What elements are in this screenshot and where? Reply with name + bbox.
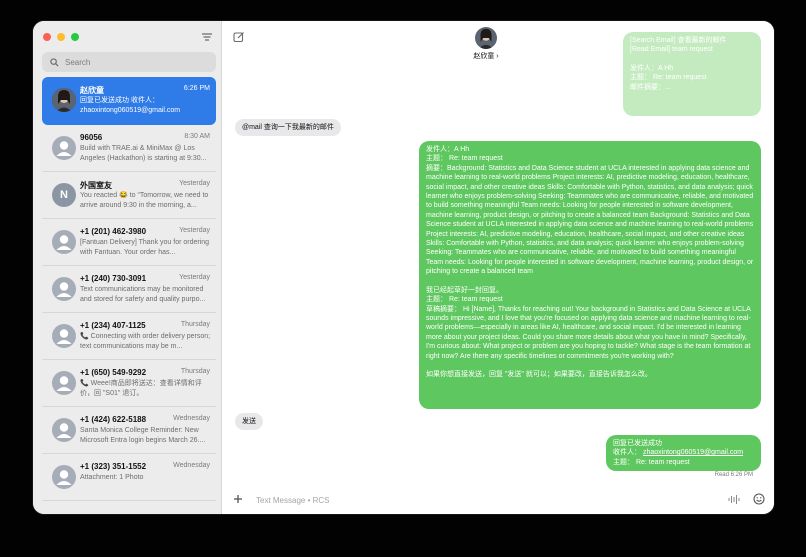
emoji-icon[interactable] [753,493,765,505]
conversation-time: 8:30 AM [184,133,210,140]
search-icon [50,57,59,67]
incoming-message[interactable]: 发送 [235,413,263,431]
message-line: 回复已发送成功 [613,440,662,447]
person-icon [52,324,76,348]
conversation-time: Wednesday [173,462,210,469]
contact-photo-avatar [475,27,497,49]
person-icon [52,465,76,489]
conversation-name: +1 (240) 730-3091 [80,274,147,283]
message-line: 发件人：A Hh [426,146,470,153]
message-line: 主题： Re: team request [613,458,690,466]
message-line: 收件人： zhaoxintong060519@gmail.com [613,448,754,457]
conversation-name: +1 (323) 351-1552 [80,462,147,471]
conversation-name: 外国室友 [80,181,112,190]
conversation-item[interactable]: 赵欣童 6:26 PM 回复已发送成功 收件人： zhaoxintong0605… [42,77,216,125]
messages-window: 赵欣童 6:26 PM 回复已发送成功 收件人： zhaoxintong0605… [33,21,774,514]
chat-pane: 赵欣童 › [Search Email] 查看最新的邮件 [Read Email… [223,21,774,514]
zoom-window-button[interactable] [71,33,79,41]
recipient-email-link[interactable]: zhaoxintong060519@gmail.com [643,449,743,456]
close-window-button[interactable] [43,33,51,41]
conversation-preview: 📞 Connecting with order delivery person;… [80,333,211,350]
outgoing-message[interactable]: 回复已发送成功 收件人： zhaoxintong060519@gmail.com… [606,435,761,471]
person-icon [52,277,76,301]
conversation-preview: Build with TRAE.ai & MiniMax @ Los Angel… [80,145,207,162]
contact-photo-avatar [52,88,76,112]
message-line: 发件人：A Hh [630,64,674,72]
person-icon [52,371,76,395]
plus-icon[interactable] [232,493,244,505]
conversation-preview: You reacted 😂 to “Tomorrow, we need to a… [80,192,209,209]
conversation-preview: [Fantuan Delivery] Thank you for orderin… [80,239,210,256]
conversation-time: Thursday [180,321,210,328]
sidebar: 赵欣童 6:26 PM 回复已发送成功 收件人： zhaoxintong0605… [33,21,222,514]
conversation-item[interactable]: N 外国室友 Yesterday You reacted 😂 to “Tomor… [42,172,216,219]
conversation-item[interactable]: +1 (234) 407-1125 Thursday 📞 Connecting … [42,313,216,360]
outgoing-message[interactable]: 发件人：A Hh 主题： Re: team request 摘要：Backgro… [419,141,761,409]
conversation-name: 96056 [80,133,103,142]
message-line: 如果你想直接发送，回复 "发送" 就可以；如果要改，直接告诉我怎么改。 [426,370,652,378]
conversation-name: +1 (650) 549-9292 [80,368,147,377]
conversation-item[interactable]: +1 (240) 730-3091 Yesterday Text communi… [42,266,216,313]
person-icon [52,136,76,160]
filter-icon[interactable] [201,31,213,43]
message-line: [Search Email] 查看最新的邮件 [630,37,727,44]
chat-header-name: 赵欣童 › [473,53,499,60]
conversation-name: +1 (424) 622-5188 [80,415,147,424]
audio-waveform-icon[interactable] [728,494,740,505]
conversation-time: Thursday [180,368,210,375]
conversation-item[interactable]: +1 (201) 462-3980 Yesterday [Fantuan Del… [42,219,216,266]
conversation-item[interactable]: 96056 8:30 AM Build with TRAE.ai & MiniM… [42,125,216,172]
message-line: 摘要：Background: Statistics and Data Scien… [426,164,754,276]
conversation-name: +1 (234) 407-1125 [80,321,146,330]
conversation-preview: 📞 Weee!商品即将送达：查看详情和评价，回 "S01" 退订。 [80,380,202,397]
conversation-name: +1 (201) 462-3980 [80,227,147,236]
message-line: 我已经起草好一封回复。 [426,286,503,294]
conversation-preview: 回复已发送成功 收件人： zhaoxintong060519@gmail.com [80,97,181,114]
conversation-preview: Attachment: 1 Photo [80,474,144,481]
conversation-time: 6:26 PM [183,85,210,92]
conversation-time: Yesterday [179,180,210,187]
conversation-item[interactable]: +1 (323) 351-1552 Wednesday Attachment: … [42,454,216,501]
incoming-message[interactable]: @mail 查询一下我最新的邮件 [235,119,341,137]
message-line: 草稿摘要： Hi [Name], Thanks for reaching out… [426,305,751,360]
conversation-time: Wednesday [173,415,210,422]
conversation-item[interactable]: +1 (424) 622-5188 Wednesday Santa Monica… [42,407,216,454]
message-line: 主题： Re: team request [426,155,503,163]
letter-avatar: N [52,183,76,207]
conversation-item[interactable]: +1 (650) 549-9292 Thursday 📞 Weee!商品即将送达… [42,360,216,407]
conversation-time: Yesterday [179,227,210,234]
message-line: 主题： Re: team request [630,74,707,82]
search-field[interactable] [42,52,216,72]
message-line: 主题： Re: team request [426,296,503,304]
conversation-preview: Text communications may be monitored and… [80,286,206,303]
chat-header-contact[interactable]: 赵欣童 › [466,27,506,61]
window-controls [43,33,79,41]
read-receipt: Read 6:26 PM [714,472,753,478]
composer-bar [223,487,774,514]
recipient-label: 收件人： [613,449,641,457]
conversation-time: Yesterday [179,274,210,281]
conversation-preview: Santa Monica College Reminder: New Micro… [80,427,206,444]
message-line: [Read Email] team request [630,46,713,54]
person-icon [52,230,76,254]
person-icon [52,418,76,442]
search-input[interactable] [65,57,205,67]
conversation-name: 赵欣童 [80,86,104,95]
minimize-window-button[interactable] [57,33,65,41]
message-line: 邮件摘要：... [630,83,671,91]
compose-icon[interactable] [233,31,245,43]
message-input[interactable] [256,493,716,507]
conversation-list: 赵欣童 6:26 PM 回复已发送成功 收件人： zhaoxintong0605… [33,77,222,501]
outgoing-message[interactable]: [Search Email] 查看最新的邮件 [Read Email] team… [623,32,761,116]
